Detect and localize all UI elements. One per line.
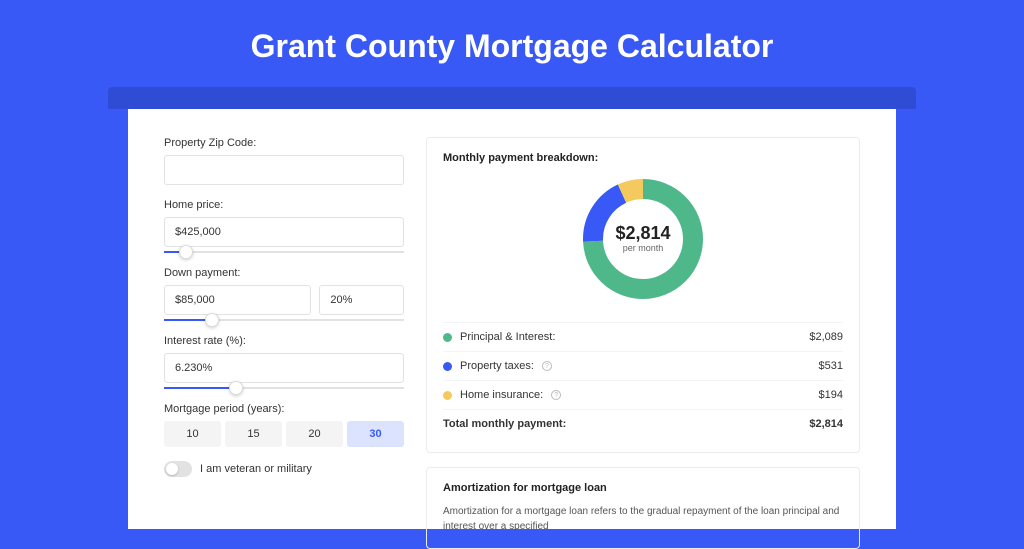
period-label: Mortgage period (years):: [164, 403, 404, 415]
period-btn-15[interactable]: 15: [225, 421, 282, 447]
amortization-panel: Amortization for mortgage loan Amortizat…: [426, 467, 860, 549]
zip-group: Property Zip Code:: [164, 137, 404, 185]
period-btn-20[interactable]: 20: [286, 421, 343, 447]
line-value: $2,089: [809, 331, 843, 343]
interest-group: Interest rate (%):: [164, 335, 404, 389]
interest-slider[interactable]: [164, 387, 404, 389]
total-label: Total monthly payment:: [443, 418, 566, 430]
results-panel: Monthly payment breakdown: $2,814 per mo…: [426, 137, 860, 529]
donut-center-sub: per month: [623, 243, 664, 253]
breakdown-panel: Monthly payment breakdown: $2,814 per mo…: [426, 137, 860, 453]
amortization-text: Amortization for a mortgage loan refers …: [443, 504, 843, 534]
line-label: Home insurance:: [460, 389, 543, 401]
down-payment-input[interactable]: [164, 285, 311, 315]
form-panel: Property Zip Code: Home price: Down paym…: [164, 137, 404, 529]
line-value: $531: [819, 360, 843, 372]
veteran-toggle-thumb: [166, 463, 178, 475]
period-btn-10[interactable]: 10: [164, 421, 221, 447]
line-label: Principal & Interest:: [460, 331, 555, 343]
veteran-toggle[interactable]: [164, 461, 192, 477]
dot-icon: [443, 333, 452, 342]
dot-icon: [443, 362, 452, 371]
line-principal: Principal & Interest: $2,089: [443, 322, 843, 351]
donut-chart: $2,814 per month: [443, 174, 843, 304]
veteran-row: I am veteran or military: [164, 461, 404, 477]
home-price-group: Home price:: [164, 199, 404, 253]
period-group: Mortgage period (years): 10 15 20 30: [164, 403, 404, 447]
line-value: $194: [819, 389, 843, 401]
interest-slider-thumb[interactable]: [229, 381, 243, 395]
interest-slider-fill: [164, 387, 236, 389]
donut-center-amount: $2,814: [615, 223, 670, 243]
down-payment-slider-thumb[interactable]: [205, 313, 219, 327]
home-price-input[interactable]: [164, 217, 404, 247]
info-icon[interactable]: ?: [551, 390, 561, 400]
down-payment-pct-input[interactable]: [319, 285, 404, 315]
donut-svg: $2,814 per month: [578, 174, 708, 304]
down-payment-group: Down payment:: [164, 267, 404, 321]
home-price-label: Home price:: [164, 199, 404, 211]
dot-icon: [443, 391, 452, 400]
down-payment-slider[interactable]: [164, 319, 404, 321]
page-title: Grant County Mortgage Calculator: [0, 0, 1024, 87]
line-insurance: Home insurance: ? $194: [443, 380, 843, 409]
line-label: Property taxes:: [460, 360, 534, 372]
interest-label: Interest rate (%):: [164, 335, 404, 347]
total-value: $2,814: [809, 418, 843, 430]
zip-label: Property Zip Code:: [164, 137, 404, 149]
header-shadow-bar: [108, 87, 916, 109]
veteran-label: I am veteran or military: [200, 463, 312, 475]
home-price-slider-thumb[interactable]: [179, 245, 193, 259]
calculator-card: Property Zip Code: Home price: Down paym…: [128, 109, 896, 529]
line-total: Total monthly payment: $2,814: [443, 409, 843, 438]
down-payment-label: Down payment:: [164, 267, 404, 279]
interest-input[interactable]: [164, 353, 404, 383]
home-price-slider[interactable]: [164, 251, 404, 253]
period-buttons: 10 15 20 30: [164, 421, 404, 447]
zip-input[interactable]: [164, 155, 404, 185]
breakdown-title: Monthly payment breakdown:: [443, 152, 843, 164]
amortization-title: Amortization for mortgage loan: [443, 482, 843, 494]
info-icon[interactable]: ?: [542, 361, 552, 371]
period-btn-30[interactable]: 30: [347, 421, 404, 447]
line-taxes: Property taxes: ? $531: [443, 351, 843, 380]
